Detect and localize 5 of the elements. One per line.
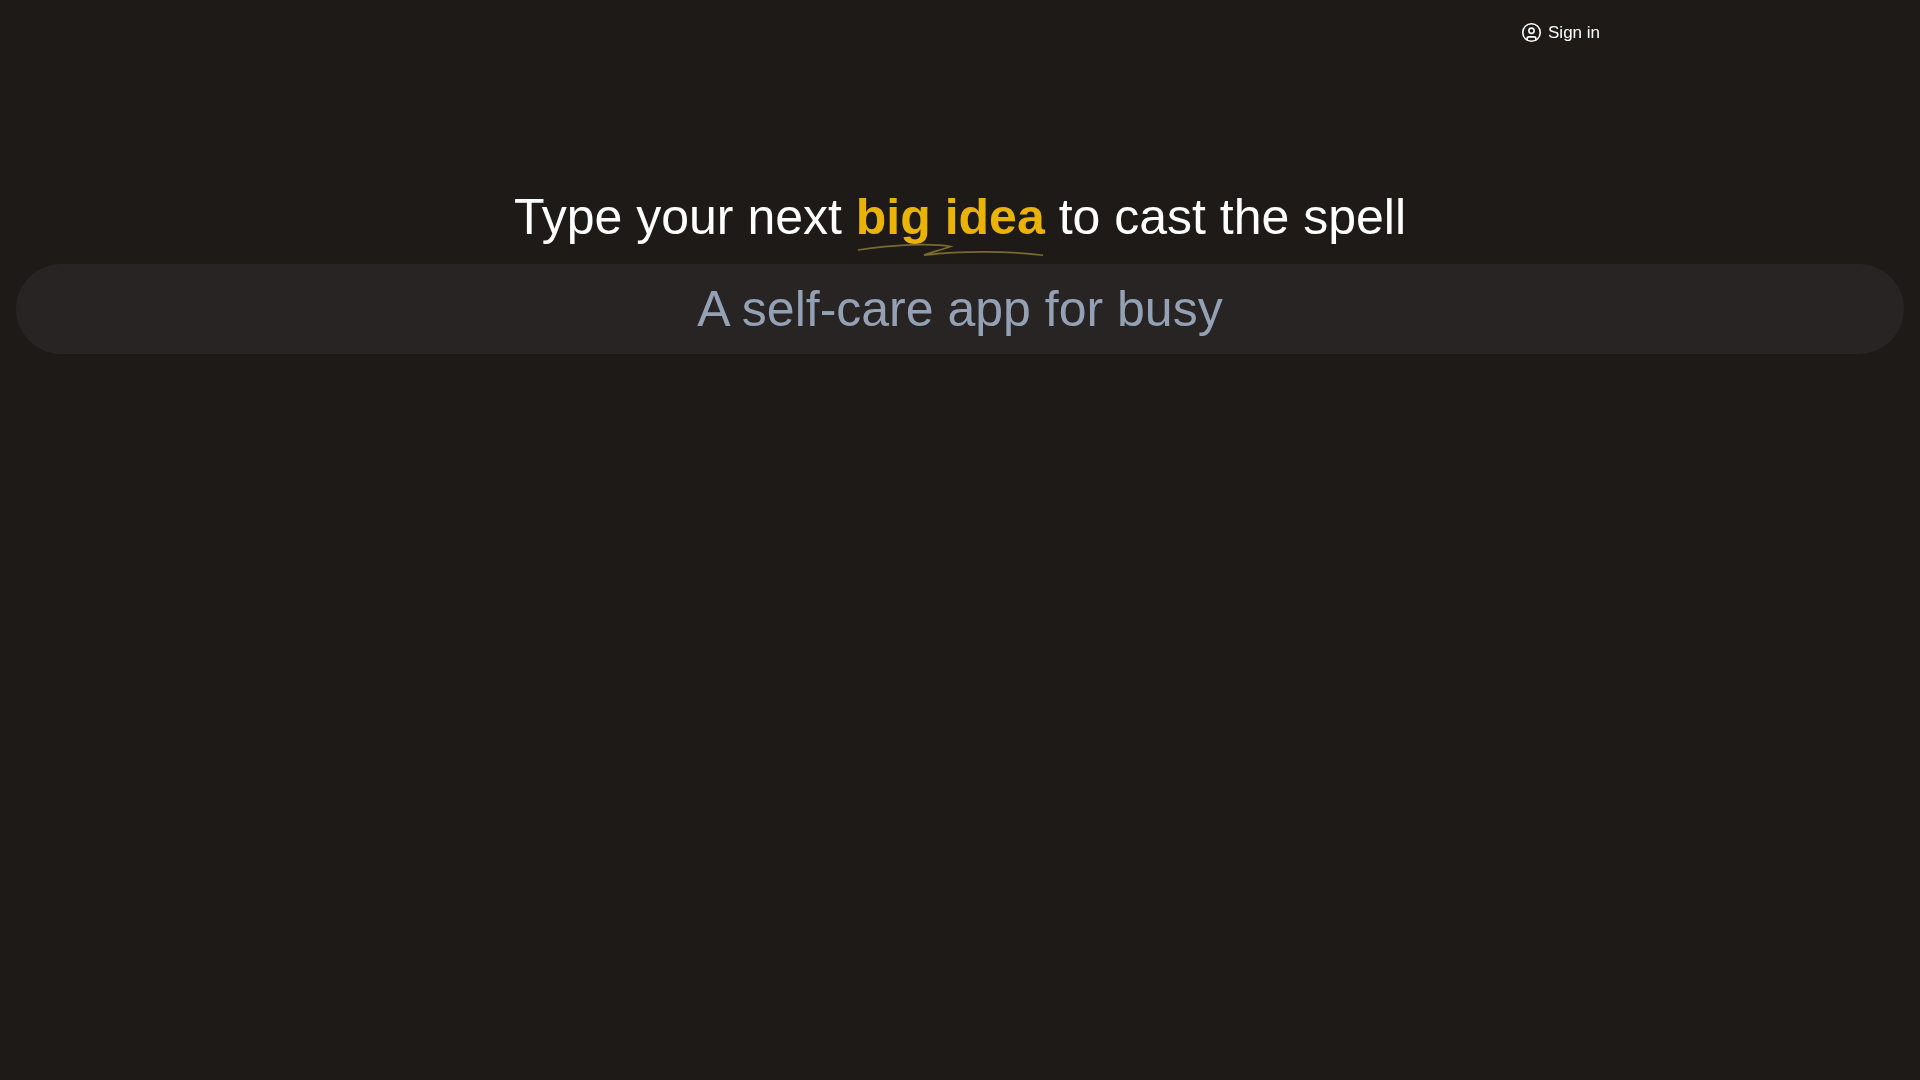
idea-input-field[interactable]: A self-care app for busy: [16, 263, 1904, 354]
scribble-underline-icon: [855, 242, 1045, 257]
page-heading: Type your next big idea to cast the spell: [513, 191, 1407, 242]
sign-in-button[interactable]: Sign in: [1521, 20, 1600, 46]
user-icon: [1521, 22, 1542, 44]
